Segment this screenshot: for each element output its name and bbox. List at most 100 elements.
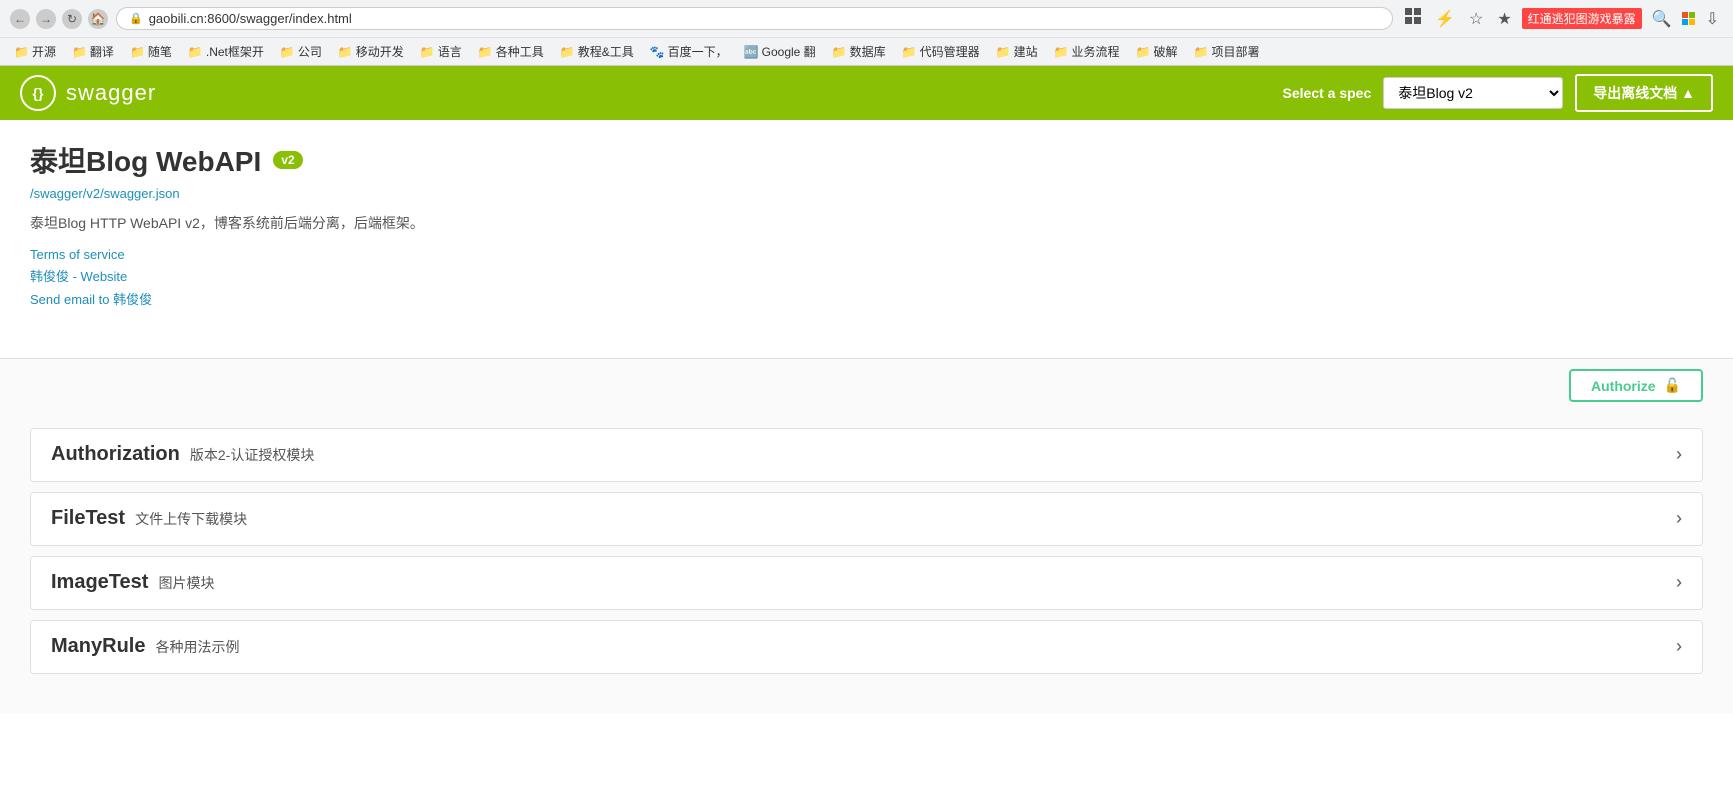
google-icon: 🔤 xyxy=(744,45,759,59)
bookmark-code-manager[interactable]: 📁 代码管理器 xyxy=(896,41,986,62)
folder-icon: 📁 xyxy=(1054,45,1069,59)
bookmark-project-deploy[interactable]: 📁 项目部署 xyxy=(1188,41,1266,62)
version-badge: v2 xyxy=(273,151,302,169)
terms-of-service-link[interactable]: Terms of service xyxy=(30,247,1703,262)
folder-icon: 📁 xyxy=(280,45,295,59)
chevron-right-icon: › xyxy=(1676,636,1682,657)
bookmark-crack[interactable]: 📁 破解 xyxy=(1130,41,1184,62)
swagger-logo: {} swagger xyxy=(20,75,156,111)
bookmark-google-translate[interactable]: 🔤 Google 翻 xyxy=(738,41,822,62)
swagger-title: 泰坦Blog WebAPI v2 xyxy=(30,140,1703,180)
api-section-filetest-title: FileTest 文件上传下载模块 xyxy=(51,507,247,530)
bookmark-netframework[interactable]: 📁 .Net框架开 xyxy=(182,41,270,62)
bookmark-build-site[interactable]: 📁 建站 xyxy=(990,41,1044,62)
folder-icon: 📁 xyxy=(902,45,917,59)
download-icon-button[interactable]: ⇩ xyxy=(1702,7,1723,31)
browser-titlebar: ← → ↻ 🏠 🔒 gaobili.cn:8600/swagger/index.… xyxy=(0,0,1733,37)
api-section-authorization: Authorization 版本2-认证授权模块 › xyxy=(30,428,1703,482)
api-section-manyrule-desc: 各种用法示例 xyxy=(155,637,239,657)
api-section-authorization-desc: 版本2-认证授权模块 xyxy=(190,445,314,465)
forward-button[interactable]: → xyxy=(36,9,56,29)
home-button[interactable]: 🏠 xyxy=(88,9,108,29)
authorize-section: Authorize 🔓 xyxy=(0,359,1733,412)
bookmark-suibi[interactable]: 📁 随笔 xyxy=(124,41,178,62)
swagger-header: {} swagger Select a spec 泰坦Blog v2 导出离线文… xyxy=(0,66,1733,120)
select-spec-label: Select a spec xyxy=(1283,85,1372,101)
bookmarks-bar: 📁 开源 📁 翻译 📁 随笔 📁 .Net框架开 📁 公司 📁 移动开发 📁 语… xyxy=(0,37,1733,65)
star-icon-button[interactable]: ☆ xyxy=(1465,7,1487,31)
folder-icon: 📁 xyxy=(996,45,1011,59)
grid-icon-button[interactable]: ​ xyxy=(1401,6,1425,31)
browser-right-controls: ​ ⚡ ☆ ★ 红通逃犯图游戏暴露 🔍 ⇩ xyxy=(1401,6,1723,31)
authorize-button[interactable]: Authorize 🔓 xyxy=(1569,369,1703,402)
spec-select[interactable]: 泰坦Blog v2 xyxy=(1383,77,1563,109)
api-section-imagetest-name: ImageTest xyxy=(51,571,148,594)
swagger-logo-text: swagger xyxy=(66,80,156,106)
folder-icon: 📁 xyxy=(832,45,847,59)
folder-icon: 📁 xyxy=(188,45,203,59)
lock-icon: 🔒 xyxy=(129,12,143,25)
swagger-title-text: 泰坦Blog WebAPI xyxy=(30,140,261,180)
swagger-info: 泰坦Blog WebAPI v2 /swagger/v2/swagger.jso… xyxy=(0,120,1733,359)
api-section-imagetest: ImageTest 图片模块 › xyxy=(30,556,1703,610)
api-section-authorization-title: Authorization 版本2-认证授权模块 xyxy=(51,443,314,466)
api-section-filetest-desc: 文件上传下载模块 xyxy=(135,509,247,529)
folder-icon: 📁 xyxy=(1136,45,1151,59)
chevron-right-icon: › xyxy=(1676,444,1682,465)
folder-icon: 📁 xyxy=(420,45,435,59)
swagger-logo-icon: {} xyxy=(20,75,56,111)
api-section-authorization-name: Authorization xyxy=(51,443,180,466)
api-section-manyrule-header[interactable]: ManyRule 各种用法示例 › xyxy=(31,621,1702,673)
windows-squares xyxy=(1682,12,1696,26)
bookmark-company[interactable]: 📁 公司 xyxy=(274,41,328,62)
api-section-authorization-header[interactable]: Authorization 版本2-认证授权模块 › xyxy=(31,429,1702,481)
website-link[interactable]: 韩俊俊 - Website xyxy=(30,266,1703,285)
chevron-right-icon: › xyxy=(1676,508,1682,529)
bookmark-kaiyuan[interactable]: 📁 开源 xyxy=(8,41,62,62)
api-section-imagetest-title: ImageTest 图片模块 xyxy=(51,571,214,594)
api-section-filetest: FileTest 文件上传下载模块 › xyxy=(30,492,1703,546)
swagger-spec-link[interactable]: /swagger/v2/swagger.json xyxy=(30,186,1703,201)
bookmark-baidu[interactable]: 🐾 百度一下， xyxy=(644,41,734,62)
api-section-imagetest-header[interactable]: ImageTest 图片模块 › xyxy=(31,557,1702,609)
bookmark-language[interactable]: 📁 语言 xyxy=(414,41,468,62)
api-section-filetest-header[interactable]: FileTest 文件上传下载模块 › xyxy=(31,493,1702,545)
api-section-manyrule-name: ManyRule xyxy=(51,635,145,658)
authorize-btn-label: Authorize xyxy=(1591,378,1656,394)
address-text: gaobili.cn:8600/swagger/index.html xyxy=(149,11,1380,26)
api-section-manyrule-title: ManyRule 各种用法示例 xyxy=(51,635,239,658)
lightning-icon-button[interactable]: ⚡ xyxy=(1431,7,1459,31)
star-filled-icon-button[interactable]: ★ xyxy=(1493,7,1515,31)
browser-chrome: ← → ↻ 🏠 🔒 gaobili.cn:8600/swagger/index.… xyxy=(0,0,1733,66)
back-button[interactable]: ← xyxy=(10,9,30,29)
lock-open-icon: 🔓 xyxy=(1664,377,1681,394)
bookmark-business[interactable]: 📁 业务流程 xyxy=(1048,41,1126,62)
address-bar[interactable]: 🔒 gaobili.cn:8600/swagger/index.html xyxy=(116,7,1393,30)
api-section-filetest-name: FileTest xyxy=(51,507,125,530)
refresh-button[interactable]: ↻ xyxy=(62,9,82,29)
email-link[interactable]: Send email to 韩俊俊 xyxy=(30,289,1703,308)
folder-icon: 📁 xyxy=(130,45,145,59)
folder-icon: 📁 xyxy=(1194,45,1209,59)
swagger-description: 泰坦Blog HTTP WebAPI v2，博客系统前后端分离，后端框架。 xyxy=(30,213,1703,233)
swagger-links: Terms of service 韩俊俊 - Website Send emai… xyxy=(30,247,1703,308)
folder-icon: 📁 xyxy=(72,45,87,59)
chevron-right-icon: › xyxy=(1676,572,1682,593)
bookmark-database[interactable]: 📁 数据库 xyxy=(826,41,892,62)
bookmark-tutorials[interactable]: 📁 教程&工具 xyxy=(554,41,640,62)
folder-icon: 📁 xyxy=(14,45,29,59)
bookmark-tools[interactable]: 📁 各种工具 xyxy=(472,41,550,62)
api-section-manyrule: ManyRule 各种用法示例 › xyxy=(30,620,1703,674)
baidu-icon: 🐾 xyxy=(650,45,665,59)
swagger-main: {} swagger Select a spec 泰坦Blog v2 导出离线文… xyxy=(0,66,1733,714)
browser-controls: ← → ↻ 🏠 xyxy=(10,9,108,29)
folder-icon: 📁 xyxy=(338,45,353,59)
folder-icon: 📁 xyxy=(560,45,575,59)
bookmark-mobile[interactable]: 📁 移动开发 xyxy=(332,41,410,62)
right-side-text: 红通逃犯图游戏暴露 xyxy=(1522,8,1642,29)
swagger-header-right: Select a spec 泰坦Blog v2 导出离线文档 ▲ xyxy=(1283,74,1713,112)
bookmark-fanyi[interactable]: 📁 翻译 xyxy=(66,41,120,62)
api-section-imagetest-desc: 图片模块 xyxy=(158,573,214,593)
export-offline-doc-button[interactable]: 导出离线文档 ▲ xyxy=(1575,74,1713,112)
search-icon-button[interactable]: 🔍 xyxy=(1648,7,1676,31)
